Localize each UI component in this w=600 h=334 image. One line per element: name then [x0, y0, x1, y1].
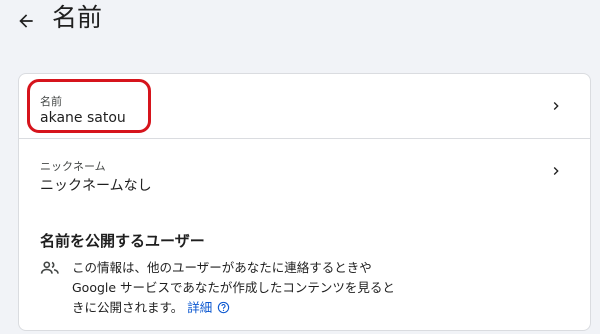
learn-more-label: 詳細 — [187, 300, 213, 315]
description-line-with-link: きに公開されます。 詳細 — [72, 298, 402, 318]
visibility-description: この情報は、他のユーザーがあなたに連絡するときや Google サービスであなた… — [72, 258, 402, 318]
visibility-heading: 名前を公開するユーザー — [40, 232, 205, 250]
back-arrow-icon[interactable] — [14, 9, 38, 33]
nickname-label: ニックネーム — [40, 160, 106, 173]
description-line: この情報は、他のユーザーがあなたに連絡するときや — [72, 260, 372, 275]
chevron-right-icon — [553, 167, 559, 175]
name-label: 名前 — [40, 95, 62, 108]
description-line: Google サービスであなたが作成したコンテンツを見ると — [72, 280, 395, 295]
app-header: 名前 — [0, 0, 600, 42]
help-circle-icon — [218, 301, 230, 314]
learn-more-link[interactable]: 詳細 — [187, 300, 230, 315]
name-value: akane satou — [40, 110, 126, 126]
people-icon — [40, 261, 59, 274]
name-settings-card: 名前 akane satou ニックネーム ニックネームなし 名前を公開するユー… — [18, 73, 591, 331]
nickname-value: ニックネームなし — [40, 178, 152, 194]
name-row[interactable]: 名前 akane satou — [19, 74, 590, 138]
page-title: 名前 — [52, 3, 103, 32]
description-line: きに公開されます。 — [72, 300, 184, 315]
nickname-row[interactable]: ニックネーム ニックネームなし — [19, 139, 590, 203]
chevron-right-icon — [553, 102, 559, 110]
